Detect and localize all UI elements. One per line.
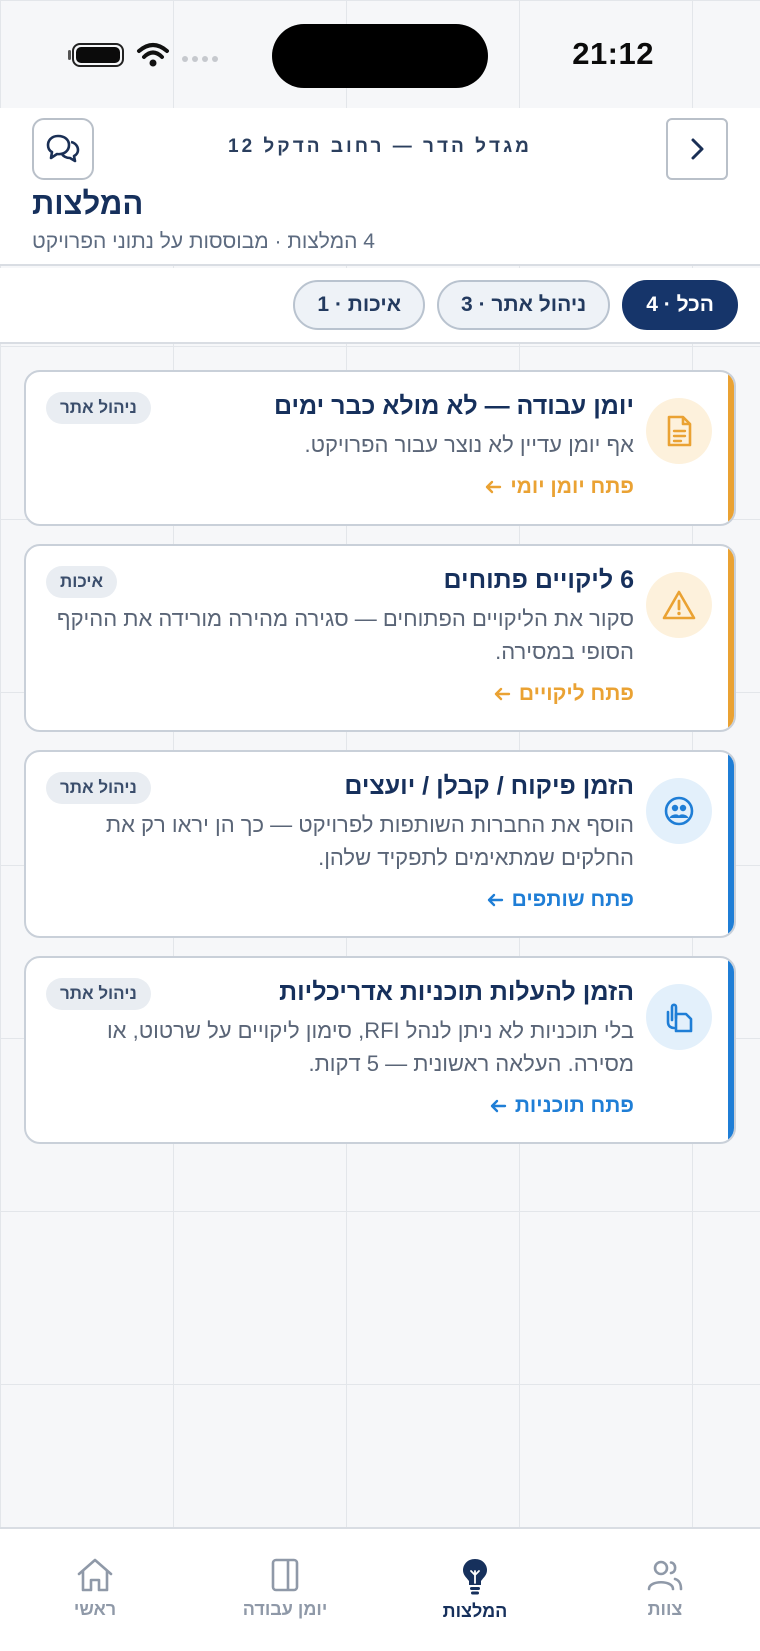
- recommendation-card[interactable]: 6 ליקויים פתוחים סקור את הליקויים הפתוחי…: [24, 544, 736, 732]
- chevron-right-icon: [691, 138, 704, 160]
- card-accent-stripe: [728, 546, 734, 730]
- nav-label: צוות: [647, 1599, 683, 1619]
- people-icon: [646, 778, 712, 844]
- card-accent-stripe: [728, 752, 734, 936]
- status-bar: 21:12: [0, 0, 760, 108]
- category-tag: איכות: [46, 566, 118, 598]
- nav-label: ראשי: [73, 1599, 117, 1619]
- open-partners-link[interactable]: פתח שותפים: [46, 888, 634, 912]
- category-tag: ניהול אתר: [46, 978, 151, 1010]
- journal-icon: [271, 1558, 299, 1592]
- arrow-left-icon: [486, 480, 502, 494]
- open-daily-log-link[interactable]: פתח יומן יומי: [46, 475, 634, 499]
- recommendation-card[interactable]: הזמן להעלות תוכניות אדריכליות בלי תוכניו…: [24, 956, 736, 1144]
- team-icon: [647, 1560, 683, 1591]
- card-action-label: פתח שותפים: [511, 888, 634, 911]
- status-time: 21:12: [572, 36, 654, 71]
- open-defects-link[interactable]: פתח ליקויים: [46, 682, 634, 706]
- signal-icon: [182, 56, 218, 62]
- back-button[interactable]: [666, 118, 728, 180]
- home-icon: [77, 1558, 113, 1592]
- recommendation-card[interactable]: הזמן פיקוח / קבלן / יועצים הוסף את החברו…: [24, 750, 736, 938]
- card-description: בלי תוכניות לא ניתן לנהל RFI, סימון ליקו…: [106, 1018, 634, 1076]
- page-subtitle: 4 המלצות · מבוססות על נתוני הפרויקט: [32, 230, 375, 253]
- filter-tabs-bar: הכל · 4 ניהול אתר · 3 איכות · 1: [0, 268, 760, 344]
- nav-label: המלצות: [442, 1601, 508, 1621]
- dynamic-island: [272, 24, 488, 88]
- warning-icon: [646, 572, 712, 638]
- battery-nub: [68, 50, 71, 60]
- arrow-left-icon: [494, 687, 511, 701]
- nav-item-home[interactable]: ראשי: [20, 1557, 170, 1620]
- arrow-left-icon: [487, 893, 503, 907]
- card-description: סקור את הליקויים הפתוחים — סגירה מהירה מ…: [56, 606, 634, 664]
- chat-button[interactable]: [32, 118, 94, 180]
- battery-icon: [72, 43, 124, 67]
- wifi-icon: [137, 43, 169, 67]
- page-title: המלצות: [32, 186, 144, 221]
- category-tag: ניהול אתר: [46, 392, 151, 424]
- card-title: 6 ליקויים פתוחים: [443, 566, 634, 594]
- filter-tabs: הכל · 4 ניהול אתר · 3 איכות · 1: [293, 280, 738, 330]
- card-action-label: פתח תוכניות: [514, 1094, 634, 1117]
- tab-quality[interactable]: איכות · 1: [293, 280, 426, 330]
- card-action-label: פתח יומן יומי: [510, 475, 634, 498]
- card-action-label: פתח ליקויים: [518, 682, 634, 705]
- tab-site-management[interactable]: ניהול אתר · 3: [437, 280, 611, 330]
- document-icon: [646, 398, 712, 464]
- nav-item-journal[interactable]: יומן עבודה: [210, 1557, 360, 1620]
- card-description: הוסף את החברות השותפות לפרויקט — כך הן י…: [105, 812, 634, 870]
- category-tag: ניהול אתר: [46, 772, 151, 804]
- attachment-icon: [646, 984, 712, 1050]
- card-accent-stripe: [728, 372, 734, 524]
- arrow-left-icon: [490, 1099, 507, 1113]
- nav-item-recommendations[interactable]: המלצות: [400, 1557, 550, 1622]
- card-body: 6 ליקויים פתוחים סקור את הליקויים הפתוחי…: [46, 562, 634, 706]
- nav-label: יומן עבודה: [242, 1599, 328, 1619]
- chat-bubbles-icon: [46, 134, 80, 163]
- nav-item-team[interactable]: צוות: [590, 1557, 740, 1620]
- lightbulb-icon: [463, 1559, 487, 1595]
- open-plans-link[interactable]: פתח תוכניות: [46, 1094, 634, 1118]
- bottom-nav: ראשי יומן עבודה המלצות צוות: [0, 1527, 760, 1651]
- project-name: מגדל הדר — רחוב הדקל 12: [228, 136, 532, 157]
- page-header: מגדל הדר — רחוב הדקל 12 המלצות 4 המלצות …: [0, 108, 760, 266]
- card-accent-stripe: [728, 958, 734, 1142]
- tab-all[interactable]: הכל · 4: [622, 280, 738, 330]
- card-description: אף יומן עדיין לא נוצר עבור הפרויקט.: [304, 432, 634, 457]
- recommendation-card[interactable]: יומן עבודה — לא מולא כבר ימים אף יומן עד…: [24, 370, 736, 526]
